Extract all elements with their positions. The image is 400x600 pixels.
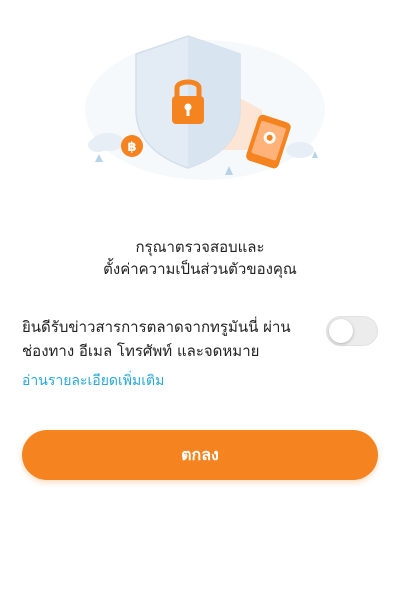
marketing-consent-line-2: ช่องทาง อีเมล โทรศัพท์ และจดหมาย — [22, 342, 260, 360]
marketing-consent-toggle[interactable] — [326, 316, 378, 346]
page-title-line-1: กรุณาตรวจสอบและ — [135, 238, 265, 256]
ok-button[interactable]: ตกลง — [22, 430, 378, 480]
marketing-consent-row: ยินดีรับข่าวสารการตลาดจากทรูมันนี่ ผ่าน … — [22, 315, 378, 365]
marketing-consent-line-1: ยินดีรับข่าวสารการตลาดจากทรูมันนี่ ผ่าน — [22, 318, 291, 336]
toggle-knob — [329, 319, 353, 343]
marketing-consent-label: ยินดีรับข่าวสารการตลาดจากทรูมันนี่ ผ่าน … — [22, 315, 322, 363]
coin-icon: ฿ — [121, 135, 143, 157]
read-more-link[interactable]: อ่านรายละเอียดเพิ่มเติม — [22, 370, 164, 392]
page-title: กรุณาตรวจสอบและ ตั้งค่าความเป็นส่วนตัวขอ… — [0, 236, 400, 280]
page-title-line-2: ตั้งค่าความเป็นส่วนตัวของคุณ — [103, 260, 297, 278]
svg-text:฿: ฿ — [127, 140, 136, 155]
privacy-illustration: ฿ — [85, 35, 325, 180]
privacy-settings-screen: ฿ กรุณาตรวจสอบและ ตั้งค่าความเป็นส่วนตัว… — [0, 0, 400, 600]
cloud-icon — [286, 142, 314, 158]
